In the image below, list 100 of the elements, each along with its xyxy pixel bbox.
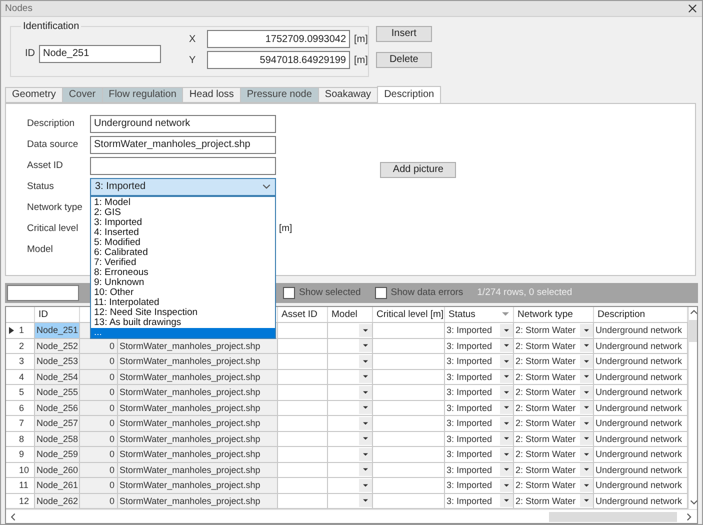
combo-cell[interactable] (327, 354, 372, 369)
combo-cell[interactable]: 2: Storm Water (513, 384, 593, 400)
column-header[interactable]: Network type (518, 308, 573, 320)
combo-cell[interactable]: 3: Imported (444, 478, 513, 493)
combo-cell[interactable] (327, 493, 372, 508)
field-label: Asset ID (27, 160, 64, 172)
delete-button[interactable]: Delete (376, 52, 432, 68)
text-field[interactable] (90, 156, 276, 175)
status-dropdown[interactable]: 3: Imported (90, 178, 276, 196)
combo-cell[interactable]: 3: Imported (444, 338, 513, 354)
scroll-up-icon[interactable] (690, 308, 697, 316)
row-number: 3 (19, 356, 24, 366)
combo-cell[interactable] (327, 416, 372, 431)
combo-cell[interactable] (327, 462, 372, 478)
text-field[interactable]: Underground network (90, 114, 276, 133)
id-field[interactable]: Node_251 (39, 44, 161, 63)
combo-cell[interactable]: 2: Storm Water (513, 462, 593, 478)
combo-cell[interactable] (327, 322, 372, 338)
combo-cell[interactable]: 2: Storm Water (513, 446, 593, 462)
table-cell: Node_253 (34, 354, 79, 369)
table-cell: Node_255 (34, 384, 79, 400)
combo-cell[interactable]: 2: Storm Water (513, 354, 593, 369)
column-header[interactable]: ID (38, 308, 48, 320)
table-cell: StormWater_manholes_project.shp (117, 384, 277, 400)
scroll-right-icon[interactable] (685, 512, 693, 520)
table-cell: Underground network (593, 338, 687, 354)
combo-cell[interactable] (327, 446, 372, 462)
row-number: 12 (19, 496, 30, 506)
combo-cell[interactable]: 3: Imported (444, 354, 513, 369)
column-header[interactable]: Model (332, 308, 358, 320)
sort-icon[interactable] (502, 312, 508, 316)
caret-icon (584, 452, 588, 456)
caret-icon (262, 184, 271, 190)
field-label: Data source (27, 139, 80, 150)
table-cell: Underground network (593, 416, 687, 431)
combo-cell[interactable]: 2: Storm Water (513, 431, 593, 446)
caret-icon (504, 328, 508, 332)
checkbox[interactable] (283, 286, 295, 299)
horizontal-scrollbar[interactable] (6, 509, 697, 523)
close-button[interactable] (686, 2, 698, 14)
caret-icon (504, 360, 508, 363)
combo-cell[interactable]: 2: Storm Water (513, 493, 593, 508)
combo-cell[interactable]: 2: Storm Water (513, 416, 593, 431)
dropdown-option[interactable]: ... (91, 328, 275, 338)
table-cell: Underground network (593, 384, 687, 400)
tab[interactable]: Description (377, 86, 442, 103)
insert-button[interactable]: Insert (376, 26, 432, 42)
table-cell: Node_257 (34, 416, 79, 431)
caret-icon (362, 437, 368, 440)
tab[interactable]: Geometry (5, 86, 63, 103)
combo-cell[interactable] (327, 338, 372, 354)
group-title: Identification (22, 20, 80, 32)
combo-cell[interactable]: 2: Storm Water (513, 400, 593, 416)
combo-cell[interactable]: 3: Imported (444, 369, 513, 384)
combo-cell[interactable]: 3: Imported (444, 384, 513, 400)
combo-cell[interactable] (327, 384, 372, 400)
checkbox[interactable] (374, 286, 387, 299)
y-field[interactable]: 5947018.64929199 (207, 51, 350, 70)
table-cell: Underground network (593, 446, 687, 462)
combo-cell[interactable]: 3: Imported (444, 322, 513, 338)
table-cell: Underground network (593, 431, 687, 446)
column-header[interactable]: Asset ID (282, 308, 318, 320)
table-cell: Node_252 (34, 338, 79, 354)
combo-cell[interactable]: 3: Imported (444, 400, 513, 416)
combo-cell[interactable]: 3: Imported (444, 446, 513, 462)
combo-cell[interactable]: 2: Storm Water (513, 322, 593, 338)
scroll-thumb[interactable] (688, 320, 697, 342)
caret-icon (362, 344, 368, 348)
table-cell: Node_259 (34, 446, 79, 462)
combo-cell[interactable] (327, 478, 372, 493)
x-field[interactable]: 1752709.0993042 (207, 30, 350, 48)
table-cell: 0 (79, 416, 117, 431)
text-field[interactable]: StormWater_manholes_project.shp (90, 136, 276, 154)
table-cell: 0 (79, 354, 117, 369)
table-cell: 0 (79, 400, 117, 416)
column-header[interactable]: Critical level [m] (376, 308, 444, 320)
combo-cell[interactable]: 2: Storm Water (513, 338, 593, 354)
combo-cell[interactable]: 3: Imported (444, 416, 513, 431)
combo-cell[interactable]: 2: Storm Water (513, 369, 593, 384)
caret-icon (504, 484, 508, 487)
table-cell: Underground network (593, 478, 687, 493)
tab[interactable]: Soakaway (318, 86, 378, 103)
scroll-left-icon[interactable] (10, 512, 18, 520)
tab[interactable]: Head loss (182, 86, 241, 103)
column-header[interactable]: Description (598, 308, 646, 320)
combo-cell[interactable]: 2: Storm Water (513, 478, 593, 493)
search-field[interactable] (7, 284, 79, 301)
combo-cell[interactable]: 3: Imported (444, 462, 513, 478)
caret-icon (362, 360, 368, 363)
combo-cell[interactable]: 3: Imported (444, 493, 513, 508)
column-header[interactable]: Status (448, 308, 476, 320)
table-cell: 0 (79, 384, 117, 400)
combo-cell[interactable]: 3: Imported (444, 431, 513, 446)
scroll-thumb[interactable] (549, 512, 677, 522)
combo-cell[interactable] (327, 431, 372, 446)
add-picture-button[interactable]: Add picture (380, 162, 456, 178)
row-pointer-icon (9, 326, 14, 334)
combo-cell[interactable] (327, 369, 372, 384)
combo-cell[interactable] (327, 400, 372, 416)
scroll-down-icon[interactable] (690, 499, 697, 507)
